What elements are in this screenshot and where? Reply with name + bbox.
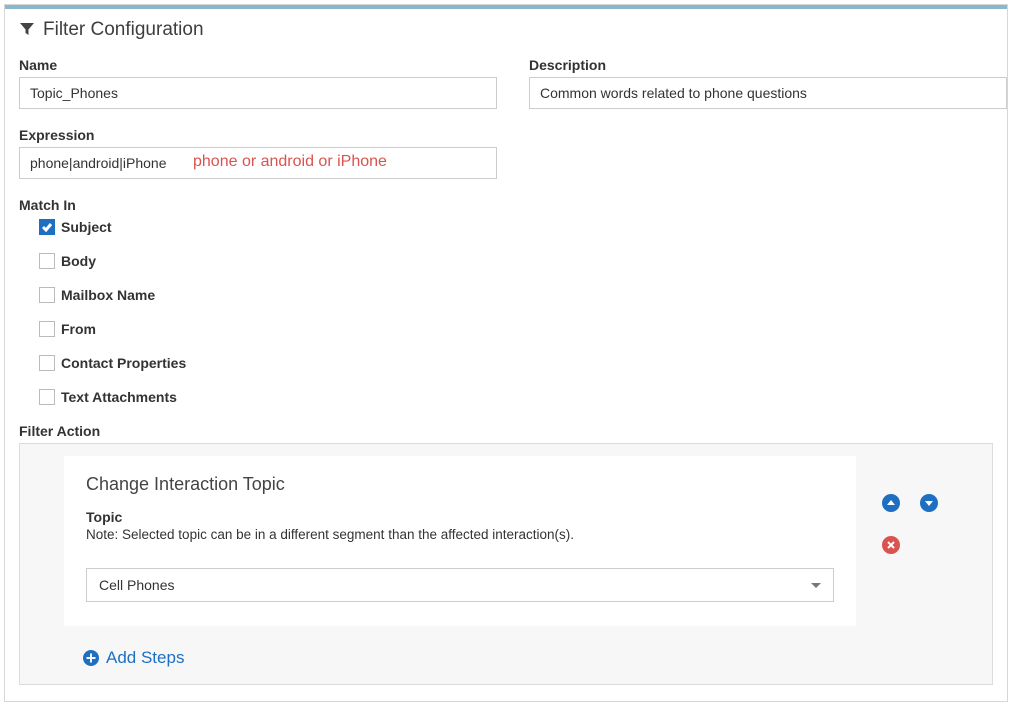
- checkbox-label: Mailbox Name: [61, 287, 155, 303]
- expression-wrap: phone or android or iPhone: [19, 147, 497, 179]
- field-expression: Expression phone or android or iPhone: [19, 127, 993, 179]
- panel-header: Filter Configuration: [5, 9, 1007, 53]
- field-name: Name: [19, 57, 497, 109]
- delete-step-button[interactable]: [882, 536, 900, 554]
- row-name-desc: Name Description: [19, 57, 993, 127]
- checkbox-label: Text Attachments: [61, 389, 177, 405]
- chevron-down-icon: [811, 583, 821, 588]
- name-input[interactable]: [19, 77, 497, 109]
- action-controls: [882, 494, 938, 554]
- match-in-item: Body: [39, 253, 993, 269]
- add-steps-label: Add Steps: [106, 648, 184, 668]
- checkbox-contact-properties[interactable]: [39, 355, 55, 371]
- checkbox-subject[interactable]: [39, 219, 55, 235]
- move-down-button[interactable]: [920, 494, 938, 512]
- description-input[interactable]: [529, 77, 1007, 109]
- match-in-list: Subject Body Mailbox Name From Contact Prope…: [19, 219, 993, 405]
- reorder-controls: [882, 494, 938, 512]
- accent-bar: [5, 5, 1007, 9]
- action-step-title: Change Interaction Topic: [86, 474, 834, 495]
- filter-action-box: Change Interaction Topic Topic Note: Sel…: [19, 443, 993, 685]
- match-in-item: From: [39, 321, 993, 337]
- move-up-button[interactable]: [882, 494, 900, 512]
- topic-label: Topic: [86, 509, 834, 525]
- panel-title: Filter Configuration: [43, 19, 204, 41]
- checkbox-label: Subject: [61, 219, 112, 235]
- topic-select[interactable]: Cell Phones: [86, 568, 834, 602]
- panel-body: Name Description Expression phone or and…: [5, 53, 1007, 701]
- match-in-item: Contact Properties: [39, 355, 993, 371]
- match-in-item: Subject: [39, 219, 993, 235]
- plus-circle-icon: [82, 649, 100, 667]
- expression-input[interactable]: [19, 147, 497, 179]
- topic-note: Note: Selected topic can be in a differe…: [86, 527, 834, 542]
- filter-icon: [19, 21, 35, 40]
- action-step-card: Change Interaction Topic Topic Note: Sel…: [64, 456, 856, 626]
- checkbox-body[interactable]: [39, 253, 55, 269]
- checkbox-label: Body: [61, 253, 96, 269]
- add-steps-button[interactable]: Add Steps: [82, 648, 184, 668]
- checkbox-label: Contact Properties: [61, 355, 186, 371]
- match-in-item: Mailbox Name: [39, 287, 993, 303]
- description-label: Description: [529, 57, 1007, 73]
- filter-action-group: Filter Action Change Interaction Topic T…: [19, 423, 993, 685]
- filter-config-panel: Filter Configuration Name Description Ex…: [4, 4, 1008, 702]
- filter-action-label: Filter Action: [19, 423, 993, 439]
- field-description: Description: [529, 57, 1007, 109]
- match-in-label: Match In: [19, 197, 993, 213]
- checkbox-text-attachments[interactable]: [39, 389, 55, 405]
- expression-label: Expression: [19, 127, 993, 143]
- topic-select-value: Cell Phones: [99, 577, 175, 593]
- name-label: Name: [19, 57, 497, 73]
- checkbox-label: From: [61, 321, 96, 337]
- match-in-group: Match In Subject Body Mailbox Name From Cont…: [19, 197, 993, 405]
- checkbox-from[interactable]: [39, 321, 55, 337]
- checkbox-mailbox-name[interactable]: [39, 287, 55, 303]
- match-in-item: Text Attachments: [39, 389, 993, 405]
